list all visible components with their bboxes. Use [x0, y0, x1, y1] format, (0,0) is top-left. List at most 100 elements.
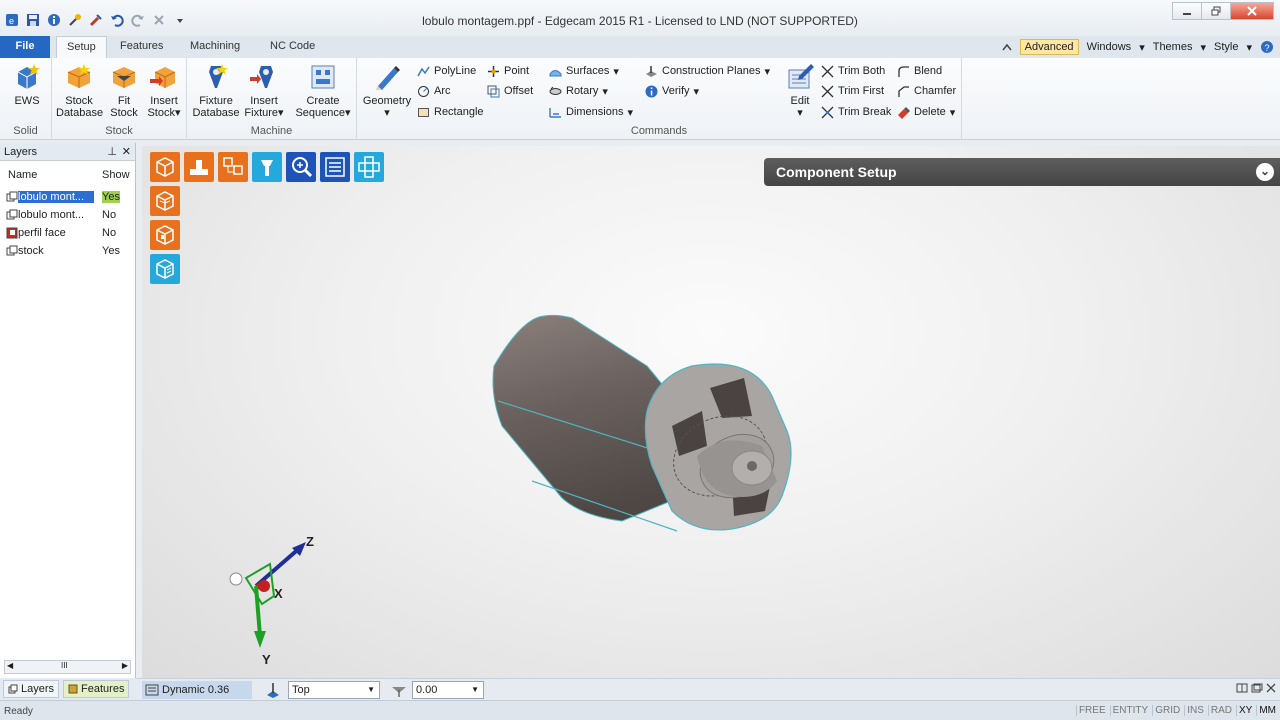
scroll-left-icon[interactable]: ◀ — [7, 661, 13, 670]
trim-both-button[interactable]: Trim Both — [821, 63, 885, 79]
status-flag-entity[interactable]: ENTITY — [1109, 705, 1151, 716]
insert-stock-dropdown-icon[interactable]: ▾ — [175, 107, 181, 119]
angle-select-dropdown-icon[interactable]: ▼ — [471, 682, 479, 698]
angle-icon[interactable] — [390, 681, 408, 699]
close-panel-icon[interactable]: ✕ — [122, 143, 131, 161]
status-flag-rad[interactable]: RAD — [1207, 705, 1234, 716]
chamfer-button[interactable]: Chamfer — [897, 83, 956, 99]
geometry-button[interactable]: Geometry ▾ — [361, 62, 413, 119]
construction-planes-button[interactable]: Construction Planes ▾ — [645, 63, 770, 79]
fixture-database-button[interactable]: Fixture Database — [191, 62, 241, 119]
edit-button[interactable]: Edit ▾ — [783, 62, 817, 119]
dynamic-readout[interactable]: Dynamic 0.36 — [142, 681, 252, 699]
themes-dropdown-icon[interactable]: ▾ — [1200, 41, 1206, 54]
layer-show[interactable]: Yes — [102, 191, 120, 203]
restore-view-icon[interactable] — [1251, 683, 1263, 693]
layer-row[interactable]: lobulo mont... Yes — [6, 189, 132, 205]
insert-fixture-dropdown-icon[interactable]: ▾ — [278, 107, 284, 119]
blend-button[interactable]: Blend — [897, 63, 942, 79]
status-flag-free[interactable]: FREE — [1075, 705, 1108, 716]
status-flag-mm[interactable]: MM — [1256, 705, 1278, 716]
layer-show[interactable]: No — [102, 227, 116, 239]
panel-tab-layers[interactable]: Layers — [3, 680, 60, 698]
trim-first-button[interactable]: Trim First — [821, 83, 884, 99]
part-view-button[interactable] — [150, 220, 180, 250]
help-icon[interactable]: ? — [1260, 40, 1274, 54]
arc-button[interactable]: Arc — [417, 83, 451, 99]
tab-file[interactable]: File — [0, 36, 50, 58]
layer-row[interactable]: lobulo mont... No — [6, 207, 132, 223]
view-select-dropdown-icon[interactable]: ▼ — [367, 682, 375, 698]
view-orientation-icon[interactable] — [264, 681, 282, 699]
offset-button[interactable]: Offset — [487, 83, 533, 99]
zoom-button[interactable] — [286, 152, 316, 182]
horizontal-scrollbar[interactable]: ◀ III ▶ — [4, 660, 131, 674]
stock-view-button[interactable] — [150, 186, 180, 216]
scroll-thumb-grip[interactable]: III — [61, 661, 68, 670]
scroll-right-icon[interactable]: ▶ — [122, 661, 128, 670]
surfaces-button[interactable]: Surfaces ▾ — [549, 63, 619, 79]
collapse-ribbon-icon[interactable] — [1002, 42, 1012, 52]
close-button[interactable] — [1230, 2, 1274, 20]
graphics-viewport[interactable]: Component Setup ⌄ Z X Y — [142, 146, 1280, 678]
style-dropdown-icon[interactable]: ▾ — [1246, 41, 1252, 54]
rotary-button[interactable]: Rotary ▾ — [549, 83, 608, 99]
minimize-button[interactable] — [1172, 2, 1202, 20]
status-flag-xy[interactable]: XY — [1235, 705, 1254, 716]
view-iso-button[interactable] — [150, 152, 180, 182]
rectangle-button[interactable]: Rectangle — [417, 104, 484, 120]
grid-button[interactable] — [354, 152, 384, 182]
stock-database-button[interactable]: Stock Database — [56, 62, 103, 119]
chevron-down-icon[interactable]: ⌄ — [1256, 163, 1274, 181]
layer-row[interactable]: perfil face No — [6, 225, 132, 241]
component-setup-panel[interactable]: Component Setup ⌄ — [764, 158, 1280, 186]
close-view-icon[interactable] — [1266, 683, 1276, 693]
point-button[interactable]: Point — [487, 63, 529, 79]
create-sequence-button[interactable]: Create Sequence▾ — [293, 62, 353, 119]
column-name[interactable]: Name — [8, 169, 37, 181]
part-model[interactable] — [482, 306, 802, 576]
shaded-view-button[interactable] — [150, 254, 180, 284]
tool-view-button[interactable] — [252, 152, 282, 182]
column-show[interactable]: Show — [102, 169, 130, 181]
layout-view-button[interactable] — [218, 152, 248, 182]
rotary-dropdown-icon[interactable]: ▾ — [602, 85, 608, 98]
themes-menu[interactable]: Themes — [1153, 41, 1193, 53]
tab-nc-code[interactable]: NC Code — [260, 36, 325, 58]
tab-features[interactable]: Features — [110, 36, 173, 58]
layer-row[interactable]: stock Yes — [6, 243, 132, 259]
surfaces-dropdown-icon[interactable]: ▾ — [613, 65, 619, 78]
trim-break-button[interactable]: Trim Break — [821, 104, 891, 120]
tile-icon[interactable] — [1236, 683, 1248, 693]
edit-dropdown-icon[interactable]: ▾ — [783, 107, 817, 119]
tab-machining[interactable]: Machining — [180, 36, 250, 58]
create-sequence-dropdown-icon[interactable]: ▾ — [345, 107, 351, 119]
construction-planes-dropdown-icon[interactable]: ▾ — [764, 65, 770, 78]
tab-setup[interactable]: Setup — [56, 36, 107, 58]
list-button[interactable] — [320, 152, 350, 182]
verify-dropdown-icon[interactable]: ▾ — [694, 85, 700, 98]
panel-tab-features[interactable]: Features — [63, 680, 130, 698]
verify-button[interactable]: Verify ▾ — [645, 83, 699, 99]
insert-stock-button[interactable]: Insert Stock▾ — [144, 62, 184, 119]
layer-show[interactable]: No — [102, 209, 116, 221]
angle-select[interactable]: 0.00 ▼ — [412, 681, 484, 699]
insert-fixture-button[interactable]: Insert Fixture▾ — [243, 62, 285, 119]
pin-icon[interactable]: ⊥ — [107, 143, 117, 161]
windows-dropdown-icon[interactable]: ▾ — [1139, 41, 1145, 54]
style-menu[interactable]: Style — [1214, 41, 1238, 53]
ews-button[interactable]: EWS — [8, 62, 46, 107]
dimensions-button[interactable]: Dimensions ▾ — [549, 104, 633, 120]
fit-stock-button[interactable]: Fit Stock — [106, 62, 142, 119]
delete-button[interactable]: Delete ▾ — [897, 104, 955, 120]
polyline-button[interactable]: PolyLine — [417, 63, 476, 79]
windows-menu[interactable]: Windows — [1087, 41, 1132, 53]
restore-button[interactable] — [1201, 2, 1231, 20]
geometry-dropdown-icon[interactable]: ▾ — [361, 107, 413, 119]
status-flag-ins[interactable]: INS — [1184, 705, 1206, 716]
machine-view-button[interactable] — [184, 152, 214, 182]
dimensions-dropdown-icon[interactable]: ▾ — [627, 106, 633, 119]
delete-dropdown-icon[interactable]: ▾ — [950, 106, 956, 119]
status-flag-grid[interactable]: GRID — [1152, 705, 1182, 716]
view-select[interactable]: Top ▼ — [288, 681, 380, 699]
